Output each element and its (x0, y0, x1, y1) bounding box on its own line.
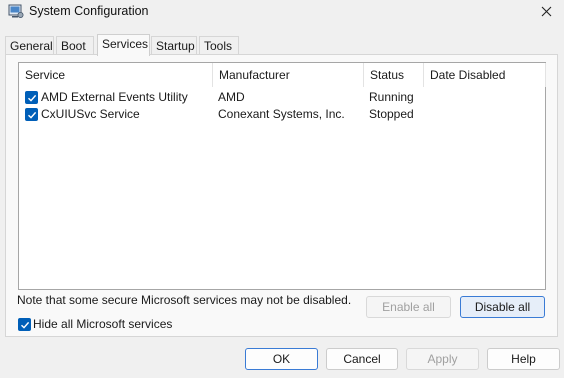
service-checkbox[interactable] (25, 108, 38, 121)
system-config-icon (8, 3, 24, 19)
tab-general[interactable]: General (5, 36, 54, 55)
service-status: Stopped (369, 107, 414, 121)
enable-all-button[interactable]: Enable all (366, 296, 451, 318)
cancel-button[interactable]: Cancel (326, 348, 398, 370)
service-manufacturer: AMD (218, 90, 245, 104)
list-header: Service Manufacturer Status Date Disable… (19, 63, 546, 87)
column-header-status[interactable]: Status (364, 63, 424, 87)
window-title: System Configuration (29, 4, 149, 18)
hide-ms-services-checkbox[interactable] (18, 318, 31, 331)
column-header-date-disabled[interactable]: Date Disabled (424, 63, 546, 87)
title-bar: System Configuration (0, 0, 564, 24)
tab-startup[interactable]: Startup (151, 36, 197, 55)
tab-services[interactable]: Services (97, 34, 150, 56)
services-list[interactable]: Service Manufacturer Status Date Disable… (18, 62, 546, 290)
apply-button[interactable]: Apply (406, 348, 479, 370)
close-button[interactable] (528, 0, 564, 22)
column-header-service[interactable]: Service (19, 63, 213, 87)
tab-boot[interactable]: Boot (56, 36, 94, 55)
service-name: CxUIUSvc Service (41, 107, 140, 121)
checkmark-icon (20, 321, 29, 329)
checkmark-icon (27, 111, 36, 119)
service-checkbox[interactable] (25, 91, 38, 104)
secure-services-note: Note that some secure Microsoft services… (17, 293, 352, 307)
disable-all-button[interactable]: Disable all (460, 296, 545, 318)
ok-button[interactable]: OK (245, 348, 318, 370)
hide-ms-services-label: Hide all Microsoft services (33, 317, 173, 331)
checkmark-icon (27, 94, 36, 102)
tab-tools[interactable]: Tools (199, 36, 239, 55)
service-manufacturer: Conexant Systems, Inc. (218, 107, 345, 121)
table-row[interactable]: CxUIUSvc Service Conexant Systems, Inc. … (19, 106, 545, 123)
table-row[interactable]: AMD External Events Utility AMD Running (19, 89, 545, 106)
service-name: AMD External Events Utility (41, 90, 188, 104)
service-status: Running (369, 90, 414, 104)
column-header-manufacturer[interactable]: Manufacturer (213, 63, 364, 87)
help-button[interactable]: Help (487, 348, 560, 370)
close-icon (541, 6, 551, 16)
